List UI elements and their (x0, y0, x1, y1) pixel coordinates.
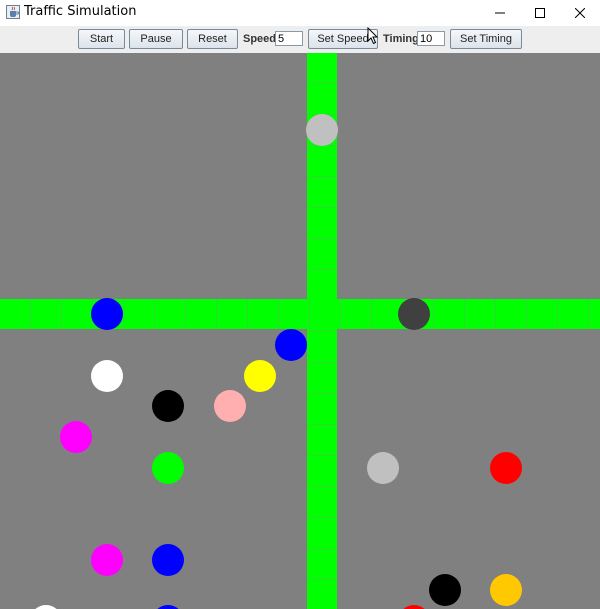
road-cell-divider (247, 299, 248, 329)
simulation-canvas[interactable] (0, 53, 600, 609)
road-cell-divider (307, 362, 337, 363)
car (244, 360, 276, 392)
car (429, 574, 461, 606)
road-cell-divider (278, 299, 279, 329)
pause-button[interactable]: Pause (129, 29, 183, 49)
control-toolbar: Start Pause Reset Speed: Set Speed Timin… (0, 26, 600, 53)
maximize-icon (535, 8, 545, 18)
road-cell-divider (307, 579, 337, 580)
minimize-button[interactable] (480, 0, 520, 26)
minimize-icon (495, 12, 505, 14)
road-cell-divider (30, 299, 31, 329)
car (30, 605, 62, 609)
road-cell-divider (307, 393, 337, 394)
car (152, 390, 184, 422)
road-cell-divider (307, 331, 337, 332)
road-cell-divider (123, 299, 124, 329)
road-cell-divider (307, 517, 337, 518)
road-cell-divider (154, 299, 155, 329)
road-cell-divider (307, 238, 337, 239)
car (91, 360, 123, 392)
road-cell-divider (433, 299, 434, 329)
set-timing-button[interactable]: Set Timing (450, 29, 522, 49)
car (306, 114, 338, 146)
road-cell-divider (307, 424, 337, 425)
road-cell-divider (307, 269, 337, 270)
car (60, 421, 92, 453)
road-cell-divider (464, 299, 465, 329)
road-cell-divider (307, 455, 337, 456)
reset-button[interactable]: Reset (187, 29, 238, 49)
road-cell-divider (307, 548, 337, 549)
java-cup-icon (6, 5, 20, 19)
road-cell-divider (371, 299, 372, 329)
timing-input[interactable] (417, 31, 445, 46)
car (275, 329, 307, 361)
car (91, 298, 123, 330)
road-cell-divider (61, 299, 62, 329)
road-cell-divider (307, 176, 337, 177)
close-button[interactable] (560, 0, 600, 26)
car (214, 390, 246, 422)
speed-input[interactable] (275, 31, 303, 46)
car (490, 574, 522, 606)
car (367, 452, 399, 484)
start-button[interactable]: Start (78, 29, 125, 49)
horizontal-road (0, 299, 600, 329)
road-cell-divider (307, 486, 337, 487)
road-cell-divider (307, 207, 337, 208)
car (152, 452, 184, 484)
car (91, 544, 123, 576)
road-cell-divider (216, 299, 217, 329)
car (398, 298, 430, 330)
road-cell-divider (588, 299, 589, 329)
car (398, 605, 430, 609)
maximize-button[interactable] (520, 0, 560, 26)
car (490, 452, 522, 484)
title-bar: Traffic Simulation (0, 0, 600, 26)
car (152, 605, 184, 609)
mouse-cursor-icon (367, 27, 379, 45)
road-cell-divider (526, 299, 527, 329)
road-cell-divider (185, 299, 186, 329)
road-cell-divider (340, 299, 341, 329)
road-cell-divider (495, 299, 496, 329)
road-cell-divider (307, 83, 337, 84)
road-cell-divider (309, 299, 310, 329)
close-icon (575, 8, 585, 18)
road-cell-divider (557, 299, 558, 329)
car (152, 544, 184, 576)
window-title: Traffic Simulation (24, 4, 137, 19)
